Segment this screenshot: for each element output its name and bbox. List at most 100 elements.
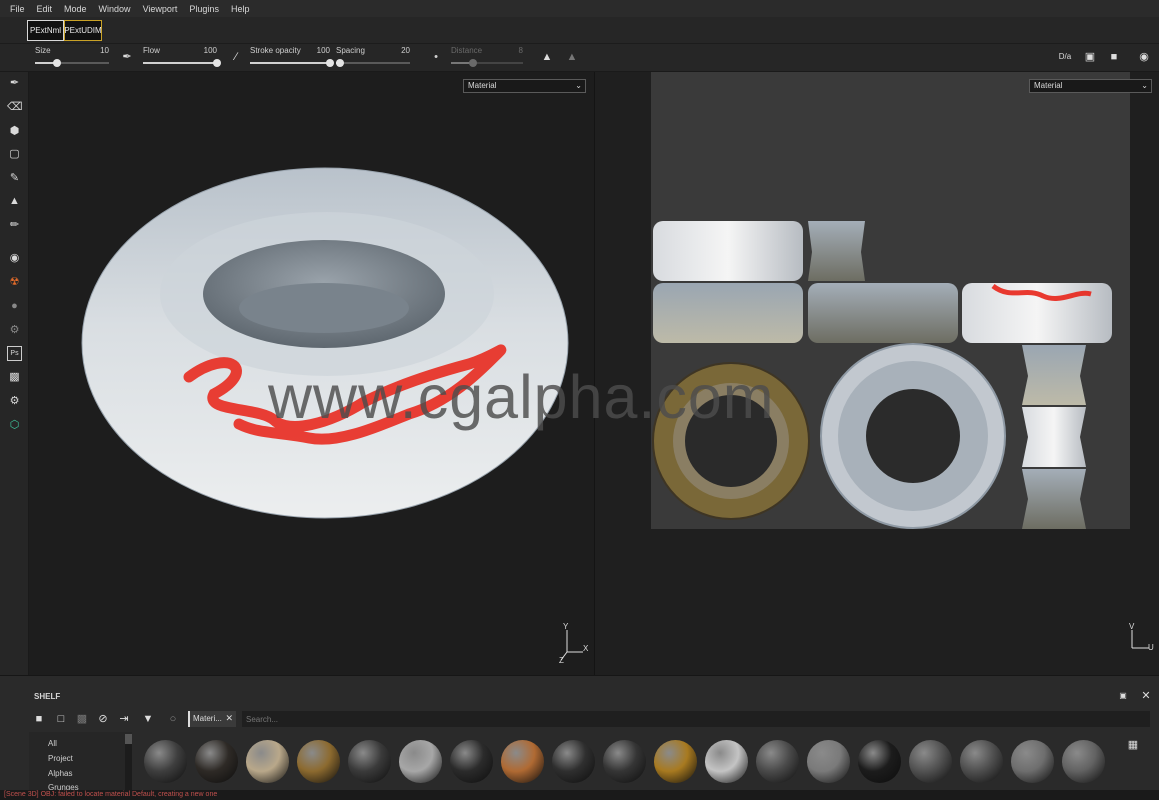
material-chrome[interactable] bbox=[399, 740, 442, 783]
stroke-opacity-knob[interactable] bbox=[326, 59, 334, 67]
camera-video-icon[interactable]: ■ bbox=[1107, 50, 1121, 64]
menu-mode[interactable]: Mode bbox=[58, 4, 93, 14]
material-grey-rough[interactable] bbox=[960, 740, 1003, 783]
material-stone-grey[interactable] bbox=[1062, 740, 1105, 783]
symmetry-icon[interactable]: ▲ bbox=[540, 50, 554, 64]
menu-bar: File Edit Mode Window Viewport Plugins H… bbox=[0, 0, 1159, 17]
shelf-category-list bbox=[29, 732, 132, 791]
spacing-knob[interactable] bbox=[335, 59, 344, 67]
category-all[interactable]: All bbox=[48, 739, 57, 748]
chevron-down-icon: ⌄ bbox=[1141, 81, 1148, 90]
photoshop-icon[interactable]: Ps bbox=[7, 346, 22, 361]
tab-materials-label: Materi... bbox=[193, 714, 222, 723]
close-icon[interactable]: ✕ bbox=[1139, 689, 1153, 703]
category-project[interactable]: Project bbox=[48, 754, 73, 763]
menu-help[interactable]: Help bbox=[225, 4, 256, 14]
close-tab-icon[interactable]: ✕ bbox=[225, 713, 233, 724]
material-icon[interactable]: ◉ bbox=[7, 251, 22, 266]
distance-knob[interactable] bbox=[468, 59, 477, 67]
tool-options-bar: Size 10 ✒ Flow 100 ∕ Stroke opacity 100 … bbox=[0, 44, 1159, 72]
paint-brush-icon[interactable]: ✒ bbox=[7, 76, 22, 91]
export-icon[interactable]: ▩ bbox=[7, 370, 22, 385]
spacing-track[interactable] bbox=[335, 59, 410, 67]
save-icon[interactable]: ▩ bbox=[75, 712, 89, 726]
viewport-uv-mode-select[interactable]: Material ⌄ bbox=[1029, 79, 1152, 93]
menu-file[interactable]: File bbox=[4, 4, 31, 14]
display-cube-icon[interactable]: ▣ bbox=[1083, 50, 1097, 64]
substance-icon[interactable]: ☢ bbox=[7, 275, 22, 290]
grid-view-icon[interactable]: ▦ bbox=[1126, 738, 1140, 752]
app-window: File Edit Mode Window Viewport Plugins H… bbox=[0, 0, 1159, 800]
material-dark-speckled[interactable] bbox=[195, 740, 238, 783]
material-dark-matte[interactable] bbox=[348, 740, 391, 783]
bell-icon[interactable]: ● bbox=[7, 299, 22, 314]
flow-track[interactable] bbox=[143, 59, 221, 67]
menu-viewport[interactable]: Viewport bbox=[137, 4, 184, 14]
watermark: www.cgalpha.com bbox=[268, 363, 775, 431]
color-picker-icon[interactable]: ✏ bbox=[7, 218, 22, 233]
stroke-opacity-slider[interactable]: Stroke opacity 100 bbox=[250, 44, 334, 72]
size-track[interactable] bbox=[35, 59, 109, 67]
eraser-icon[interactable]: ⌫ bbox=[7, 100, 23, 115]
flow-value: 100 bbox=[203, 46, 217, 55]
distance-track[interactable] bbox=[451, 59, 523, 67]
clone-stamp-icon[interactable]: ▲ bbox=[7, 194, 22, 209]
axis-label-v: V bbox=[1129, 622, 1135, 631]
tab-materials[interactable]: Materi... ✕ bbox=[188, 711, 236, 727]
smudge-icon[interactable]: ✎ bbox=[7, 171, 22, 186]
spacing-label: Spacing bbox=[336, 46, 365, 55]
menu-plugins[interactable]: Plugins bbox=[183, 4, 225, 14]
category-alphas[interactable]: Alphas bbox=[48, 769, 72, 778]
sync-icon[interactable]: ⬡ bbox=[7, 418, 22, 433]
settings-icon[interactable]: ⚙ bbox=[7, 394, 22, 409]
material-dark-glossy[interactable] bbox=[552, 740, 595, 783]
hide-icon[interactable]: ⊘ bbox=[96, 712, 110, 726]
flow-knob[interactable] bbox=[213, 59, 221, 67]
folder-icon[interactable]: ■ bbox=[32, 712, 46, 726]
shelf-search-input[interactable] bbox=[242, 711, 1150, 727]
material-beige-stone[interactable] bbox=[246, 740, 289, 783]
render-quality-icon[interactable]: D/a bbox=[1058, 50, 1072, 64]
import-icon[interactable]: ⇥ bbox=[117, 712, 131, 726]
spacing-value: 20 bbox=[401, 46, 410, 55]
circle-icon[interactable]: ○ bbox=[166, 712, 180, 726]
undock-icon[interactable]: ▣ bbox=[1116, 689, 1130, 703]
size-label: Size bbox=[35, 46, 51, 55]
size-value: 10 bbox=[100, 46, 109, 55]
material-copper[interactable] bbox=[501, 740, 544, 783]
screenshot-camera-icon[interactable]: ◉ bbox=[1137, 50, 1151, 64]
material-concrete[interactable] bbox=[1011, 740, 1054, 783]
filter-icon[interactable]: ▼ bbox=[141, 712, 155, 726]
shader-pextnml-button[interactable]: PExtNml bbox=[27, 20, 64, 41]
stroke-icon[interactable]: ∕ bbox=[229, 50, 243, 64]
lazy-mouse-icon[interactable]: • bbox=[429, 50, 443, 64]
material-wire-grid[interactable] bbox=[450, 740, 493, 783]
category-scrollbar[interactable] bbox=[125, 734, 132, 791]
menu-edit[interactable]: Edit bbox=[31, 4, 59, 14]
material-black-satin[interactable] bbox=[603, 740, 646, 783]
material-gold-hex[interactable] bbox=[654, 740, 697, 783]
size-knob[interactable] bbox=[53, 59, 62, 67]
material-grid-metal[interactable] bbox=[807, 740, 850, 783]
material-silver[interactable] bbox=[705, 740, 748, 783]
brush-mode-icon[interactable]: ✒ bbox=[120, 50, 134, 64]
menu-window[interactable]: Window bbox=[93, 4, 137, 14]
uv-layout-panel bbox=[651, 72, 1130, 529]
material-gunmetal[interactable] bbox=[756, 740, 799, 783]
fill-icon[interactable]: ⬢ bbox=[7, 124, 22, 139]
shader-pextudim-button[interactable]: PExtUDIM bbox=[64, 20, 102, 41]
material-black-gloss[interactable] bbox=[858, 740, 901, 783]
material-dark-rough[interactable] bbox=[144, 740, 187, 783]
material-gold-noise[interactable] bbox=[297, 740, 340, 783]
size-slider[interactable]: Size 10 bbox=[35, 44, 109, 72]
stroke-opacity-track[interactable] bbox=[250, 59, 334, 67]
material-grey-clay[interactable] bbox=[909, 740, 952, 783]
stroke-opacity-fill bbox=[250, 62, 330, 64]
plugin-icon[interactable]: ⚙ bbox=[7, 323, 22, 338]
new-folder-icon[interactable]: □ bbox=[54, 712, 68, 726]
symmetry-settings-icon[interactable]: ▲ bbox=[565, 50, 579, 64]
spacing-slider[interactable]: Spacing 20 bbox=[335, 44, 410, 72]
distance-slider[interactable]: Distance 8 bbox=[451, 44, 523, 72]
selection-icon[interactable]: ▢ bbox=[7, 147, 22, 162]
flow-slider[interactable]: Flow 100 bbox=[143, 44, 221, 72]
